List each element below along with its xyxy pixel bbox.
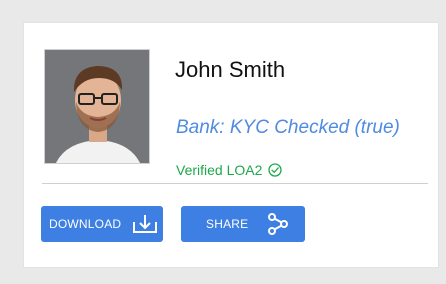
share-button-label: SHARE xyxy=(206,217,249,231)
profile-card: John Smith Bank: KYC Checked (true) Veri… xyxy=(23,22,439,268)
verified-status: Verified LOA2 xyxy=(176,162,283,178)
check-circle-icon xyxy=(268,163,283,177)
profile-name: John Smith xyxy=(175,57,286,82)
profile-photo-image xyxy=(45,50,149,163)
bank-status: Bank: KYC Checked (true) xyxy=(176,117,400,138)
share-icon xyxy=(266,212,290,236)
verified-label: Verified LOA2 xyxy=(176,162,263,178)
download-button-label: DOWNLOAD xyxy=(49,217,122,231)
download-button[interactable]: DOWNLOAD xyxy=(41,206,163,242)
download-icon xyxy=(130,213,160,235)
divider xyxy=(42,183,428,184)
share-button[interactable]: SHARE xyxy=(181,206,305,242)
profile-photo xyxy=(44,49,150,164)
